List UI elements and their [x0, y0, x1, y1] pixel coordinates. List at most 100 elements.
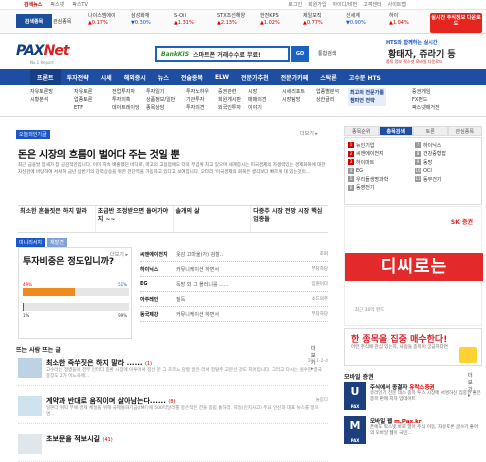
sub-nav-item[interactable]: 투자의견	[186, 104, 209, 112]
gnb-item[interactable]: 전술종목	[175, 73, 209, 82]
topnav-link-paxnet[interactable]: 팍스넷	[50, 1, 64, 8]
ticker-item[interactable]: 삼성화재 ▼0.30%	[131, 13, 173, 31]
realtime-download-ad[interactable]: 실시간 주식정보 다운로드	[430, 13, 482, 33]
rank-item[interactable]: 3 하이마트	[348, 158, 412, 167]
sub-nav-item[interactable]: 시황분석	[30, 96, 53, 104]
rank-item[interactable]: 8 건강증형잡	[415, 150, 479, 159]
pax-app-icon[interactable]: U PAX	[344, 382, 366, 410]
find-id-link[interactable]: 아이디/비번	[333, 1, 358, 8]
ticker-item[interactable]: STX조선해양 ▲2.13%	[217, 13, 259, 31]
sub-nav-item[interactable]: FX펀드	[412, 96, 440, 104]
article-thumbnail[interactable]	[18, 434, 42, 454]
hot-article-title[interactable]: 초보문을 적보시길 (41)	[46, 434, 113, 444]
sub-nav-item[interactable]: 증권관련	[218, 88, 241, 96]
tab-mini-research[interactable]: 미니리서치	[16, 238, 46, 247]
gnb-item[interactable]: 고수분 HTS	[343, 73, 387, 82]
mobile-app-item[interactable]: M PAX 모바일 웹 m.Pax.kr 폰에도 팍스넷 바로 열어 주식 이동, 자…	[344, 416, 482, 446]
rank-item[interactable]: 1 뉴인기업	[348, 141, 412, 150]
focus-stock-ad[interactable]: 한 종목을 집중 매수한다! 어떤 주식에 관심 있는지, 사람들 종목이 궁금…	[344, 328, 482, 366]
ticker-item[interactable]: 하이 ▲1.04%	[389, 13, 431, 31]
stock-name[interactable]: 씨앤에이전지	[140, 251, 176, 258]
rank-stock-name[interactable]: 우리들생명과학	[356, 176, 388, 183]
rank-item[interactable]: 7 하이닉스	[415, 141, 479, 150]
rank-item[interactable]: 9 동방	[415, 158, 479, 167]
gnb-item[interactable]: 투자전략	[61, 73, 95, 82]
sitemap-link[interactable]: 사이트맵	[388, 1, 406, 8]
integrated-search-link[interactable]: 통합검색	[318, 50, 336, 57]
gnb-item[interactable]: 해외증시	[118, 73, 152, 82]
gnb-item[interactable]: 스탁론	[314, 73, 343, 82]
sub-nav-item[interactable]: 업종토론	[74, 96, 92, 104]
ticker-item[interactable]: S-Oil ▲1.31%	[174, 13, 216, 31]
hot-article-title[interactable]: 계약과 반대로 움직이며 살아남는다...... (8)	[46, 396, 175, 406]
stock-row[interactable]: 하이닉스 커뮤니케이션 하면서 부당하당	[140, 262, 328, 277]
stock-row[interactable]: 아주레인 질득 소드의주	[140, 292, 328, 307]
related-article[interactable]: 다중주 시장 전망 시장 핵심업종들	[251, 206, 328, 232]
sub-nav-item[interactable]: 시장탐방	[282, 96, 305, 104]
tab-watchlist[interactable]: 관심종목	[447, 126, 482, 136]
rank-stock-name[interactable]: 동부건기	[423, 176, 441, 183]
sub-nav-item[interactable]: 증권게임	[412, 88, 440, 96]
sub-nav-item[interactable]: 매매의견	[248, 96, 266, 104]
ticker-item[interactable]: 제일모직 ▲0.77%	[303, 13, 345, 31]
related-article[interactable]: 솔개의 삶	[174, 206, 252, 232]
sub-nav-item[interactable]: 회원게시판	[218, 96, 241, 104]
rank-item[interactable]: 5 우리들생명과학	[348, 175, 412, 184]
mobile-app-title[interactable]: 모바일 웹 m.Pax.kr	[370, 417, 422, 425]
sub-nav-item[interactable]: 팍스넷매거진	[412, 104, 440, 112]
section-tag-popular[interactable]: 오늘의인기글	[16, 130, 50, 139]
sub-nav-item[interactable]: 시장	[248, 88, 266, 96]
sub-nav-item[interactable]: 투자일기	[146, 88, 175, 96]
topnav-link-paxtv[interactable]: 팍스TV	[72, 1, 88, 8]
sub-nav-item[interactable]: 상한글리	[316, 96, 339, 104]
gnb-item[interactable]: 뉴스	[152, 73, 175, 82]
tab-stock-search[interactable]: 총목검색	[378, 126, 413, 136]
tab-discussion[interactable]: 토론	[413, 126, 448, 136]
stock-row[interactable]: EG 득망 외 그 플러니를 ...... 임원이다	[140, 277, 328, 292]
sub-nav-item[interactable]: 기관투자	[186, 96, 209, 104]
sub-nav-item[interactable]: 최고의 전문가를	[350, 89, 384, 97]
ticker-item[interactable]: 신세계 ▼0.90%	[346, 13, 388, 31]
gnb-item[interactable]: 프론트	[30, 68, 61, 86]
stock-post-title[interactable]: 커뮤니케이션 하면서	[176, 266, 290, 273]
related-article[interactable]: 최소한 흔들짓은 하지 말라	[18, 206, 96, 232]
stock-post-title[interactable]: 옷감 고마울(가) 검찰..	[176, 251, 290, 258]
sub-nav-item[interactable]: 상품정보/일반	[146, 96, 175, 104]
rank-item[interactable]: 4 EG	[348, 167, 412, 176]
sub-nav-item[interactable]: 자유토론	[74, 88, 92, 96]
rank-stock-name[interactable]: 뉴인기업	[356, 142, 374, 149]
gnb-item[interactable]: 전문가카페	[275, 73, 315, 82]
sub-nav-item[interactable]: 챔피언 전략	[350, 97, 384, 105]
customer-center-link[interactable]: 고객센터	[363, 1, 381, 8]
hot-article-title[interactable]: 최소한 죽쑤짓은 하지 말라 ...... (1)	[46, 358, 152, 368]
search-input[interactable]: BankKIS 스마트폰 거래수수료 무료!	[155, 46, 290, 62]
sk-securities-ad[interactable]: SK 증권 디씨로는 최근 30억 펀드	[344, 206, 483, 326]
rank-stock-name[interactable]: 하이닉스	[423, 142, 441, 149]
poll-bar-2[interactable]	[23, 303, 129, 311]
article-thumbnail[interactable]	[18, 358, 42, 378]
mobile-app-item[interactable]: U PAX 주식에서 종결자 유락스증권 유리인기 전문 데스 종목 투스 시장에 서…	[344, 382, 482, 412]
sub-nav-item[interactable]: 종목상담	[146, 104, 175, 112]
gnb-item[interactable]: 시세	[95, 73, 118, 82]
stock-name[interactable]: 동국제강	[140, 311, 176, 318]
rank-stock-name[interactable]: OCI	[423, 168, 432, 174]
sub-nav-item[interactable]: 자유토론방	[30, 88, 53, 96]
rank-stock-name[interactable]: 동영전기	[356, 184, 374, 191]
ticker-watchlist[interactable]: 관심종목	[53, 18, 71, 25]
hot-article[interactable]: 초보문을 적보시길 (41)	[18, 432, 328, 462]
stock-name[interactable]: EG	[140, 281, 176, 287]
paxnet-logo[interactable]: PAXNet No.1 Report	[16, 43, 70, 65]
tab-rediscover[interactable]: 재발견	[47, 238, 67, 247]
stock-post-title[interactable]: 질득	[176, 296, 290, 303]
sub-nav-item[interactable]: 시세리포트	[282, 88, 305, 96]
tab-stock-rank[interactable]: 종목순위	[344, 126, 379, 136]
ticker-item[interactable]: 나이스엠에이 ▲0.17%	[88, 13, 130, 31]
sub-nav-item[interactable]: 투자의혹	[112, 96, 140, 104]
article-headline[interactable]: 돈은 시장의 흐름이 벌어다 주는 것일 뿐	[18, 146, 180, 161]
rank-item[interactable]: 2 씨앤에이전지	[348, 150, 412, 159]
stock-row[interactable]: 씨앤에이전지 옷감 고마울(가) 검찰.. 조회	[140, 247, 328, 262]
mobile-app-title[interactable]: 주식에서 종결자 유락스증권	[370, 383, 435, 391]
pax-app-icon[interactable]: M PAX	[344, 416, 366, 444]
rank-item[interactable]: 11 동부건기	[415, 175, 479, 184]
article-thumbnail[interactable]	[18, 396, 42, 416]
